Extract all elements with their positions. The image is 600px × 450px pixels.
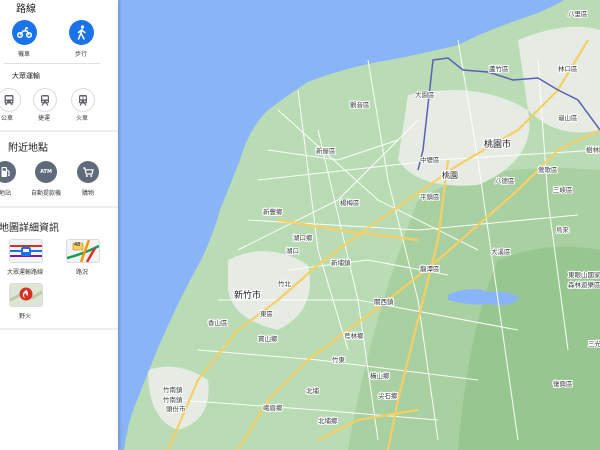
routes-section-title: 路線 [16, 4, 36, 15]
train-icon [71, 88, 95, 112]
gas-station-label: 地站 [0, 190, 11, 197]
shopping-cart-icon [77, 161, 99, 183]
metro-icon [33, 88, 57, 112]
divider [4, 63, 100, 64]
atm-label: 自動提款機 [30, 190, 61, 197]
place-label: 新屋區 [316, 146, 336, 155]
gas-station-icon [0, 161, 16, 183]
city-label: 新竹市 [234, 289, 261, 301]
place-label: 竹南鎮 [163, 385, 183, 394]
nearby-section-title: 附近地點 [8, 143, 48, 154]
place-label: 蘆竹區 [489, 64, 509, 73]
place-label: 大園區 [415, 90, 435, 99]
place-label: 寶山鄉 [258, 334, 278, 343]
walk-label: 步行 [74, 51, 87, 58]
place-label: 芎林鄉 [344, 331, 364, 340]
place-label: 湖口 [286, 246, 299, 255]
layers-panel: 路線 機車 步行 大眾運輸 公車 捷運 火車 附近地點 地站 ATM 自動提款機… [0, 0, 118, 450]
traffic-badge-text: 48 [74, 242, 81, 248]
place-label: 尖石鄉 [378, 391, 398, 400]
transit-section-title: 大眾運輸 [12, 72, 40, 80]
divider [0, 328, 118, 330]
shopping-label: 購物 [81, 190, 94, 197]
divider [0, 130, 118, 132]
train-label: 火車 [75, 115, 88, 122]
place-label: 新埔鎮 [331, 258, 351, 267]
atm-badge-text: ATM [40, 169, 52, 175]
place-label: 竹北 [278, 279, 292, 288]
place-label: 鶯歌區 [538, 165, 558, 174]
place-label: 楊梅區 [340, 198, 360, 207]
place-label: 湖口鄉 [293, 233, 313, 242]
place-label: 樹林區 [586, 145, 600, 154]
place-label: 烏來 [556, 225, 570, 234]
place-label: 橫山鄉 [370, 371, 390, 380]
place-label: 復興區 [553, 379, 573, 388]
motorcycle-icon [12, 20, 37, 45]
bus-label: 公車 [0, 115, 13, 122]
city-label: 桃園市 [484, 138, 511, 150]
motorcycle-label: 機車 [17, 51, 30, 58]
place-label: 竹南鎮 [163, 395, 183, 404]
divider [0, 206, 118, 208]
transit-lines-icon [9, 239, 43, 263]
place-label: 頭份市 [166, 404, 186, 413]
metro-label: 捷運 [37, 115, 50, 122]
atm-icon: ATM [35, 161, 57, 183]
place-label: 中壢區 [420, 155, 440, 164]
place-label: 北埔鄉 [318, 416, 338, 425]
transit-lines-label: 大眾運輸路線 [6, 269, 43, 276]
place-label: 峨眉鄉 [263, 403, 283, 412]
wildfire-icon [9, 283, 43, 307]
place-label: 林口區 [558, 64, 578, 73]
place-label: 三峽區 [553, 185, 573, 194]
place-label: 三光 [588, 339, 600, 348]
place-label: 香山區 [208, 318, 228, 327]
place-label: 觀音區 [350, 100, 370, 109]
place-label: 東區 [260, 309, 274, 318]
place-label: 關西鎮 [374, 297, 394, 306]
place-label: 竹東 [332, 355, 346, 364]
city-label: 桃園 [442, 170, 458, 180]
place-label: 平鎮區 [420, 192, 440, 201]
bus-icon [0, 88, 21, 112]
place-label: 龍潭區 [420, 264, 440, 273]
wildfire-label: 野火 [18, 313, 31, 320]
place-label: 大溪區 [491, 247, 511, 256]
park-label: 東眼山國家 [568, 270, 600, 279]
park-label: 森林遊樂區 [568, 280, 600, 289]
place-label: 八里區 [568, 10, 588, 18]
place-label: 新豐鄉 [263, 207, 283, 216]
place-label: 龜山區 [558, 113, 578, 122]
place-label: 八德區 [495, 176, 515, 185]
walk-icon [69, 20, 94, 45]
place-label: 北埔 [306, 386, 320, 395]
traffic-label: 路況 [75, 269, 88, 276]
map-details-section-title: 地圖詳細資訊 [0, 223, 59, 234]
traffic-icon: 48 [66, 239, 100, 263]
map-canvas[interactable]: 八里區 林口區 大園區 蘆竹區 觀音區 桃園市 桃園 中壢區 八德區 龜山區 樹… [118, 0, 600, 450]
